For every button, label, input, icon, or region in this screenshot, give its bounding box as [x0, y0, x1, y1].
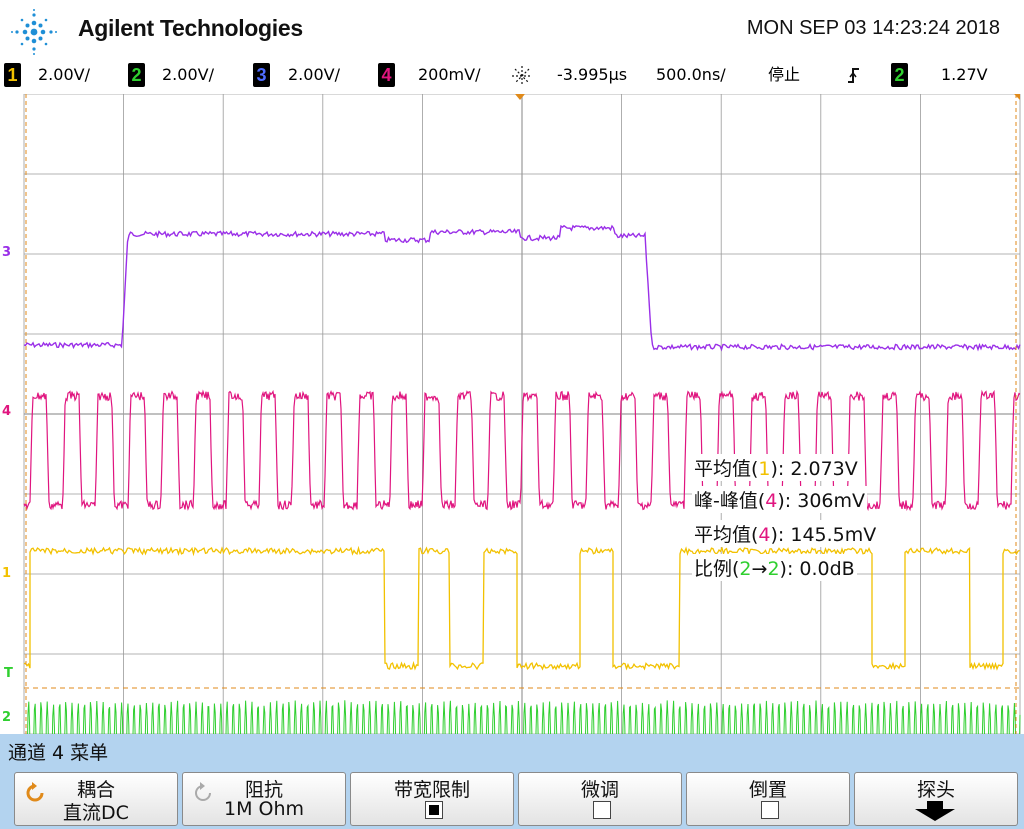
ch2-scale[interactable]: 2.00V/ — [162, 62, 214, 88]
trigger-level-marker[interactable]: T — [4, 666, 13, 681]
ch2-ground-marker[interactable]: 2 — [2, 710, 11, 725]
bandwidth-limit-label: 带宽限制 — [393, 779, 470, 801]
trigger-source[interactable]: 2 — [891, 63, 908, 87]
run-state[interactable]: 停止 — [768, 62, 800, 88]
delay-value[interactable]: -3.995µs — [557, 62, 627, 88]
ch2-indicator[interactable]: 2 — [128, 63, 145, 87]
ch4-ground-marker[interactable]: 4 — [2, 404, 11, 419]
arrow-down-icon — [915, 801, 955, 821]
bandwidth-limit-softkey[interactable]: 带宽限制 — [350, 772, 514, 826]
timebase-value[interactable]: 500.0ns/ — [656, 62, 726, 88]
fine-adjust-softkey[interactable]: 微调 — [518, 772, 682, 826]
impedance-softkey[interactable]: 阻抗 1M Ohm — [182, 772, 346, 826]
ch3-ground-marker[interactable]: 3 — [2, 245, 11, 260]
brand-name: Agilent Technologies — [78, 15, 303, 41]
ch4-indicator[interactable]: 4 — [378, 63, 395, 87]
invert-softkey[interactable]: 倒置 — [686, 772, 850, 826]
ch1-ground-marker[interactable]: 1 — [2, 566, 11, 581]
bandwidth-limit-checkbox[interactable] — [425, 801, 443, 819]
coupling-softkey[interactable]: 耦合 直流DC — [14, 772, 178, 826]
delay-icon — [512, 66, 532, 86]
ch1-indicator[interactable]: 1 — [4, 63, 21, 87]
header: Agilent Technologies MON SEP 03 14:23:24… — [0, 0, 1024, 60]
agilent-logo-icon — [11, 9, 57, 55]
ch3-scale[interactable]: 2.00V/ — [288, 62, 340, 88]
softkey-menu: 通道 4 菜单 耦合 直流DC 阻抗 1M Ohm 带宽限制 微调 倒置 探头 — [0, 734, 1024, 829]
waveform-display — [0, 94, 1024, 734]
measurement-2: 峰-峰值(4): 306mV — [692, 486, 867, 513]
menu-title: 通道 4 菜单 — [8, 742, 109, 764]
measurement-1: 平均值(1): 2.073V — [692, 454, 860, 481]
measurement-4: 比例(2→2): 0.0dB — [692, 554, 857, 581]
date-time: MON SEP 03 14:23:24 2018 — [746, 17, 1000, 39]
ch4-scale[interactable]: 200mV/ — [418, 62, 480, 88]
fine-adjust-checkbox[interactable] — [593, 801, 611, 819]
trigger-level[interactable]: 1.27V — [941, 62, 988, 88]
coupling-value: 直流DC — [63, 802, 129, 824]
invert-label: 倒置 — [748, 779, 787, 801]
fine-adjust-label: 微调 — [580, 779, 619, 801]
impedance-value: 1M Ohm — [223, 798, 305, 820]
ch1-scale[interactable]: 2.00V/ — [38, 62, 90, 88]
probe-label: 探头 — [916, 779, 955, 801]
invert-checkbox[interactable] — [761, 801, 779, 819]
probe-softkey[interactable]: 探头 — [854, 772, 1018, 826]
ch3-indicator[interactable]: 3 — [253, 63, 270, 87]
rising-edge-icon — [848, 68, 859, 83]
measurement-3: 平均值(4): 145.5mV — [692, 520, 879, 547]
